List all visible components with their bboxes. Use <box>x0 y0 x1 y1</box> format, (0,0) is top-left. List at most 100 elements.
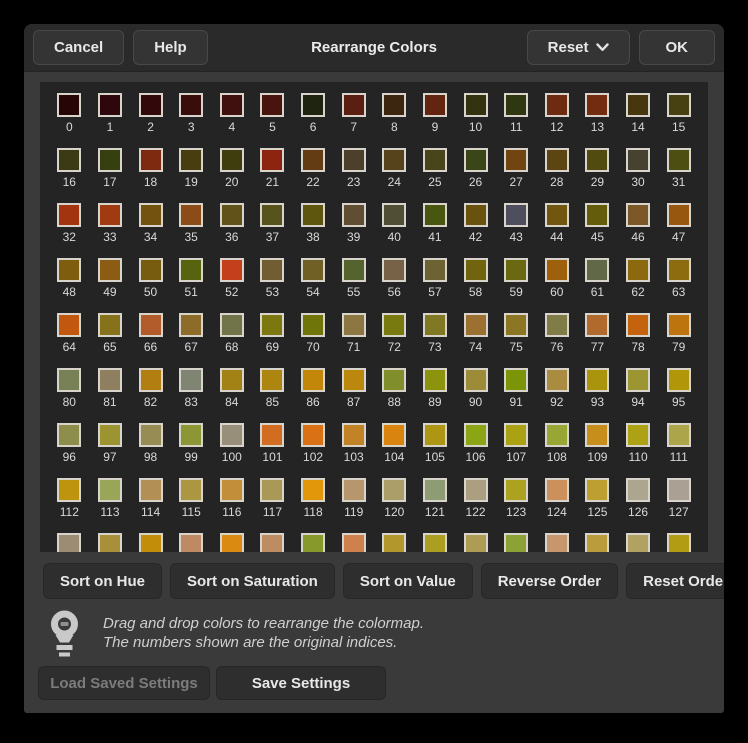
color-swatch-21[interactable] <box>260 148 284 172</box>
color-swatch-59[interactable] <box>504 258 528 282</box>
color-swatch-76[interactable] <box>545 313 569 337</box>
color-swatch-122[interactable] <box>464 478 488 502</box>
color-swatch-0[interactable] <box>57 93 81 117</box>
color-swatch-142[interactable] <box>626 533 650 552</box>
color-swatch-28[interactable] <box>545 148 569 172</box>
color-swatch-109[interactable] <box>585 423 609 447</box>
color-swatch-18[interactable] <box>139 148 163 172</box>
color-swatch-128[interactable] <box>57 533 81 552</box>
color-swatch-43[interactable] <box>504 203 528 227</box>
color-swatch-8[interactable] <box>382 93 406 117</box>
color-swatch-48[interactable] <box>57 258 81 282</box>
color-swatch-30[interactable] <box>626 148 650 172</box>
reset-dropdown-button[interactable]: Reset <box>527 30 630 65</box>
color-swatch-1[interactable] <box>98 93 122 117</box>
color-swatch-35[interactable] <box>179 203 203 227</box>
color-swatch-120[interactable] <box>382 478 406 502</box>
color-swatch-89[interactable] <box>423 368 447 392</box>
color-swatch-72[interactable] <box>382 313 406 337</box>
color-swatch-69[interactable] <box>260 313 284 337</box>
color-swatch-77[interactable] <box>585 313 609 337</box>
color-swatch-60[interactable] <box>545 258 569 282</box>
color-swatch-108[interactable] <box>545 423 569 447</box>
color-swatch-66[interactable] <box>139 313 163 337</box>
color-swatch-123[interactable] <box>504 478 528 502</box>
color-swatch-102[interactable] <box>301 423 325 447</box>
color-swatch-13[interactable] <box>585 93 609 117</box>
color-swatch-40[interactable] <box>382 203 406 227</box>
color-swatch-24[interactable] <box>382 148 406 172</box>
color-swatch-106[interactable] <box>464 423 488 447</box>
color-swatch-53[interactable] <box>260 258 284 282</box>
cancel-button[interactable]: Cancel <box>33 30 124 65</box>
color-swatch-41[interactable] <box>423 203 447 227</box>
color-swatch-4[interactable] <box>220 93 244 117</box>
color-swatch-64[interactable] <box>57 313 81 337</box>
color-swatch-129[interactable] <box>98 533 122 552</box>
color-swatch-33[interactable] <box>98 203 122 227</box>
color-swatch-9[interactable] <box>423 93 447 117</box>
color-swatch-131[interactable] <box>179 533 203 552</box>
color-swatch-90[interactable] <box>464 368 488 392</box>
color-swatch-126[interactable] <box>626 478 650 502</box>
color-swatch-61[interactable] <box>585 258 609 282</box>
color-swatch-139[interactable] <box>504 533 528 552</box>
color-swatch-93[interactable] <box>585 368 609 392</box>
color-swatch-57[interactable] <box>423 258 447 282</box>
color-swatch-25[interactable] <box>423 148 447 172</box>
color-swatch-5[interactable] <box>260 93 284 117</box>
color-swatch-101[interactable] <box>260 423 284 447</box>
color-swatch-100[interactable] <box>220 423 244 447</box>
color-swatch-52[interactable] <box>220 258 244 282</box>
color-swatch-22[interactable] <box>301 148 325 172</box>
color-swatch-124[interactable] <box>545 478 569 502</box>
color-swatch-39[interactable] <box>342 203 366 227</box>
color-swatch-107[interactable] <box>504 423 528 447</box>
color-swatch-82[interactable] <box>139 368 163 392</box>
color-swatch-118[interactable] <box>301 478 325 502</box>
color-swatch-97[interactable] <box>98 423 122 447</box>
color-swatch-37[interactable] <box>260 203 284 227</box>
color-swatch-88[interactable] <box>382 368 406 392</box>
color-swatch-31[interactable] <box>667 148 691 172</box>
color-swatch-50[interactable] <box>139 258 163 282</box>
reset-order-button[interactable]: Reset Order <box>626 563 724 599</box>
color-swatch-135[interactable] <box>342 533 366 552</box>
color-swatch-80[interactable] <box>57 368 81 392</box>
color-swatch-125[interactable] <box>585 478 609 502</box>
sort-on-hue-button[interactable]: Sort on Hue <box>43 563 162 599</box>
color-swatch-104[interactable] <box>382 423 406 447</box>
color-swatch-23[interactable] <box>342 148 366 172</box>
color-swatch-86[interactable] <box>301 368 325 392</box>
color-swatch-92[interactable] <box>545 368 569 392</box>
color-swatch-105[interactable] <box>423 423 447 447</box>
color-swatch-70[interactable] <box>301 313 325 337</box>
color-swatch-55[interactable] <box>342 258 366 282</box>
color-swatch-143[interactable] <box>667 533 691 552</box>
color-swatch-6[interactable] <box>301 93 325 117</box>
color-swatch-42[interactable] <box>464 203 488 227</box>
color-swatch-87[interactable] <box>342 368 366 392</box>
ok-button[interactable]: OK <box>639 30 716 65</box>
color-swatch-47[interactable] <box>667 203 691 227</box>
color-swatch-17[interactable] <box>98 148 122 172</box>
color-swatch-71[interactable] <box>342 313 366 337</box>
color-swatch-58[interactable] <box>464 258 488 282</box>
save-settings-button[interactable]: Save Settings <box>216 666 386 700</box>
color-swatch-85[interactable] <box>260 368 284 392</box>
reverse-order-button[interactable]: Reverse Order <box>481 563 618 599</box>
color-swatch-103[interactable] <box>342 423 366 447</box>
color-swatch-29[interactable] <box>585 148 609 172</box>
color-swatch-75[interactable] <box>504 313 528 337</box>
color-swatch-2[interactable] <box>139 93 163 117</box>
color-swatch-56[interactable] <box>382 258 406 282</box>
color-swatch-121[interactable] <box>423 478 447 502</box>
color-swatch-62[interactable] <box>626 258 650 282</box>
color-swatch-46[interactable] <box>626 203 650 227</box>
color-swatch-44[interactable] <box>545 203 569 227</box>
color-swatch-63[interactable] <box>667 258 691 282</box>
color-swatch-20[interactable] <box>220 148 244 172</box>
color-swatch-32[interactable] <box>57 203 81 227</box>
color-swatch-138[interactable] <box>464 533 488 552</box>
color-swatch-136[interactable] <box>382 533 406 552</box>
